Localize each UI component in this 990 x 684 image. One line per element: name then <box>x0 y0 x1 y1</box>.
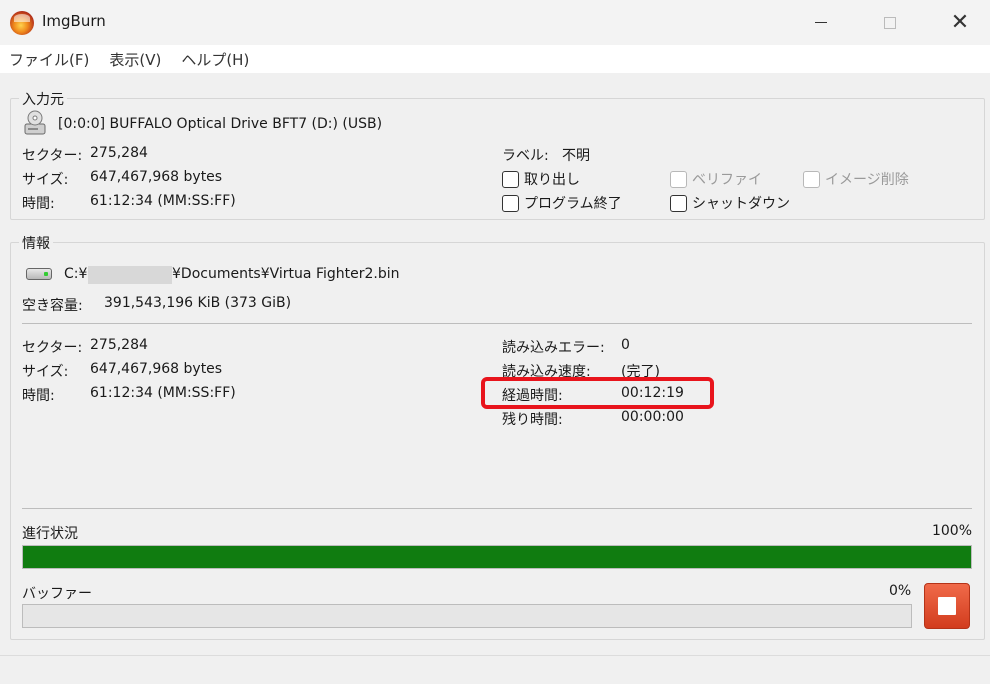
close-icon: ✕ <box>950 10 970 35</box>
delete-image-checkbox[interactable]: イメージ削除 <box>803 169 909 189</box>
close-program-checkbox-label: プログラム終了 <box>524 196 622 212</box>
maximize-icon <box>884 16 896 29</box>
info-group-label: 情報 <box>19 233 53 253</box>
info-size-label: サイズ: <box>22 364 69 380</box>
close-program-checkbox-box[interactable] <box>502 194 519 212</box>
verify-checkbox[interactable]: ベリファイ <box>670 169 762 189</box>
minimize-button[interactable] <box>798 0 844 45</box>
menu-view[interactable]: 表示(V) <box>100 49 172 70</box>
source-time-value: 61:12:34 (MM:SS:FF) <box>90 193 236 209</box>
elapsed-time-highlight <box>481 377 714 409</box>
destination-path-suffix: ¥Documents¥Virtua Fighter2.bin <box>172 266 400 282</box>
free-space-label: 空き容量: <box>22 298 83 314</box>
progress-percent: 100% <box>931 523 972 539</box>
minimize-icon <box>815 22 827 23</box>
shutdown-checkbox-box[interactable] <box>670 194 687 212</box>
info-time-value: 61:12:34 (MM:SS:FF) <box>90 385 236 401</box>
shutdown-checkbox[interactable]: シャットダウン <box>670 193 790 213</box>
eject-checkbox-label: 取り出し <box>524 172 580 188</box>
source-drive-name: [0:0:0] BUFFALO Optical Drive BFT7 (D:) … <box>58 116 383 132</box>
buffer-percent: 0% <box>889 583 912 599</box>
menu-file[interactable]: ファイル(F) <box>0 49 100 70</box>
hard-drive-icon <box>26 268 52 280</box>
shutdown-checkbox-label: シャットダウン <box>692 196 790 212</box>
read-errors-value: 0 <box>621 337 630 353</box>
close-program-checkbox[interactable]: プログラム終了 <box>502 193 622 213</box>
imgburn-logo-icon <box>10 11 34 35</box>
info-time-label: 時間: <box>22 388 55 404</box>
source-group-label: 入力元 <box>19 89 67 109</box>
optical-drive-icon <box>24 110 46 135</box>
info-size-value: 647,467,968 bytes <box>90 361 223 377</box>
stop-icon <box>938 597 956 615</box>
verify-checkbox-label: ベリファイ <box>692 172 762 188</box>
progress-label: 進行状況 <box>22 526 78 542</box>
info-divider-bottom <box>22 508 972 509</box>
remaining-time-label: 残り時間: <box>502 412 563 428</box>
close-button[interactable]: ✕ <box>937 0 983 45</box>
buffer-bar <box>22 604 912 628</box>
maximize-button[interactable] <box>867 0 913 45</box>
redacted-username <box>88 266 172 284</box>
stop-button[interactable] <box>924 583 970 629</box>
status-bar <box>0 655 990 684</box>
volume-label-value: 不明 <box>562 148 590 164</box>
info-divider-top <box>22 323 972 324</box>
verify-checkbox-box[interactable] <box>670 170 687 188</box>
info-sectors-label: セクター: <box>22 340 83 356</box>
read-errors-label: 読み込みエラー: <box>502 340 605 356</box>
progress-bar <box>22 545 972 569</box>
eject-checkbox[interactable]: 取り出し <box>502 169 580 189</box>
delete-image-checkbox-box[interactable] <box>803 170 820 188</box>
menu-bar: ファイル(F) 表示(V) ヘルプ(H) <box>0 45 990 73</box>
source-sectors-value: 275,284 <box>90 145 148 161</box>
source-time-label: 時間: <box>22 196 55 212</box>
buffer-label: バッファー <box>22 586 92 602</box>
eject-checkbox-box[interactable] <box>502 170 519 188</box>
remaining-time-value: 00:00:00 <box>621 409 684 425</box>
free-space-value: 391,543,196 KiB (373 GiB) <box>104 295 292 311</box>
delete-image-checkbox-label: イメージ削除 <box>825 172 909 188</box>
progress-bar-fill <box>23 546 971 568</box>
menu-help[interactable]: ヘルプ(H) <box>172 49 260 70</box>
window-title: ImgBurn <box>42 12 106 30</box>
title-bar: ImgBurn ✕ <box>0 0 990 45</box>
volume-label-label: ラベル: <box>502 148 549 164</box>
info-sectors-value: 275,284 <box>90 337 148 353</box>
source-sectors-label: セクター: <box>22 148 83 164</box>
destination-path-prefix: C:¥ <box>64 266 88 282</box>
source-size-value: 647,467,968 bytes <box>90 169 223 185</box>
source-size-label: サイズ: <box>22 172 69 188</box>
